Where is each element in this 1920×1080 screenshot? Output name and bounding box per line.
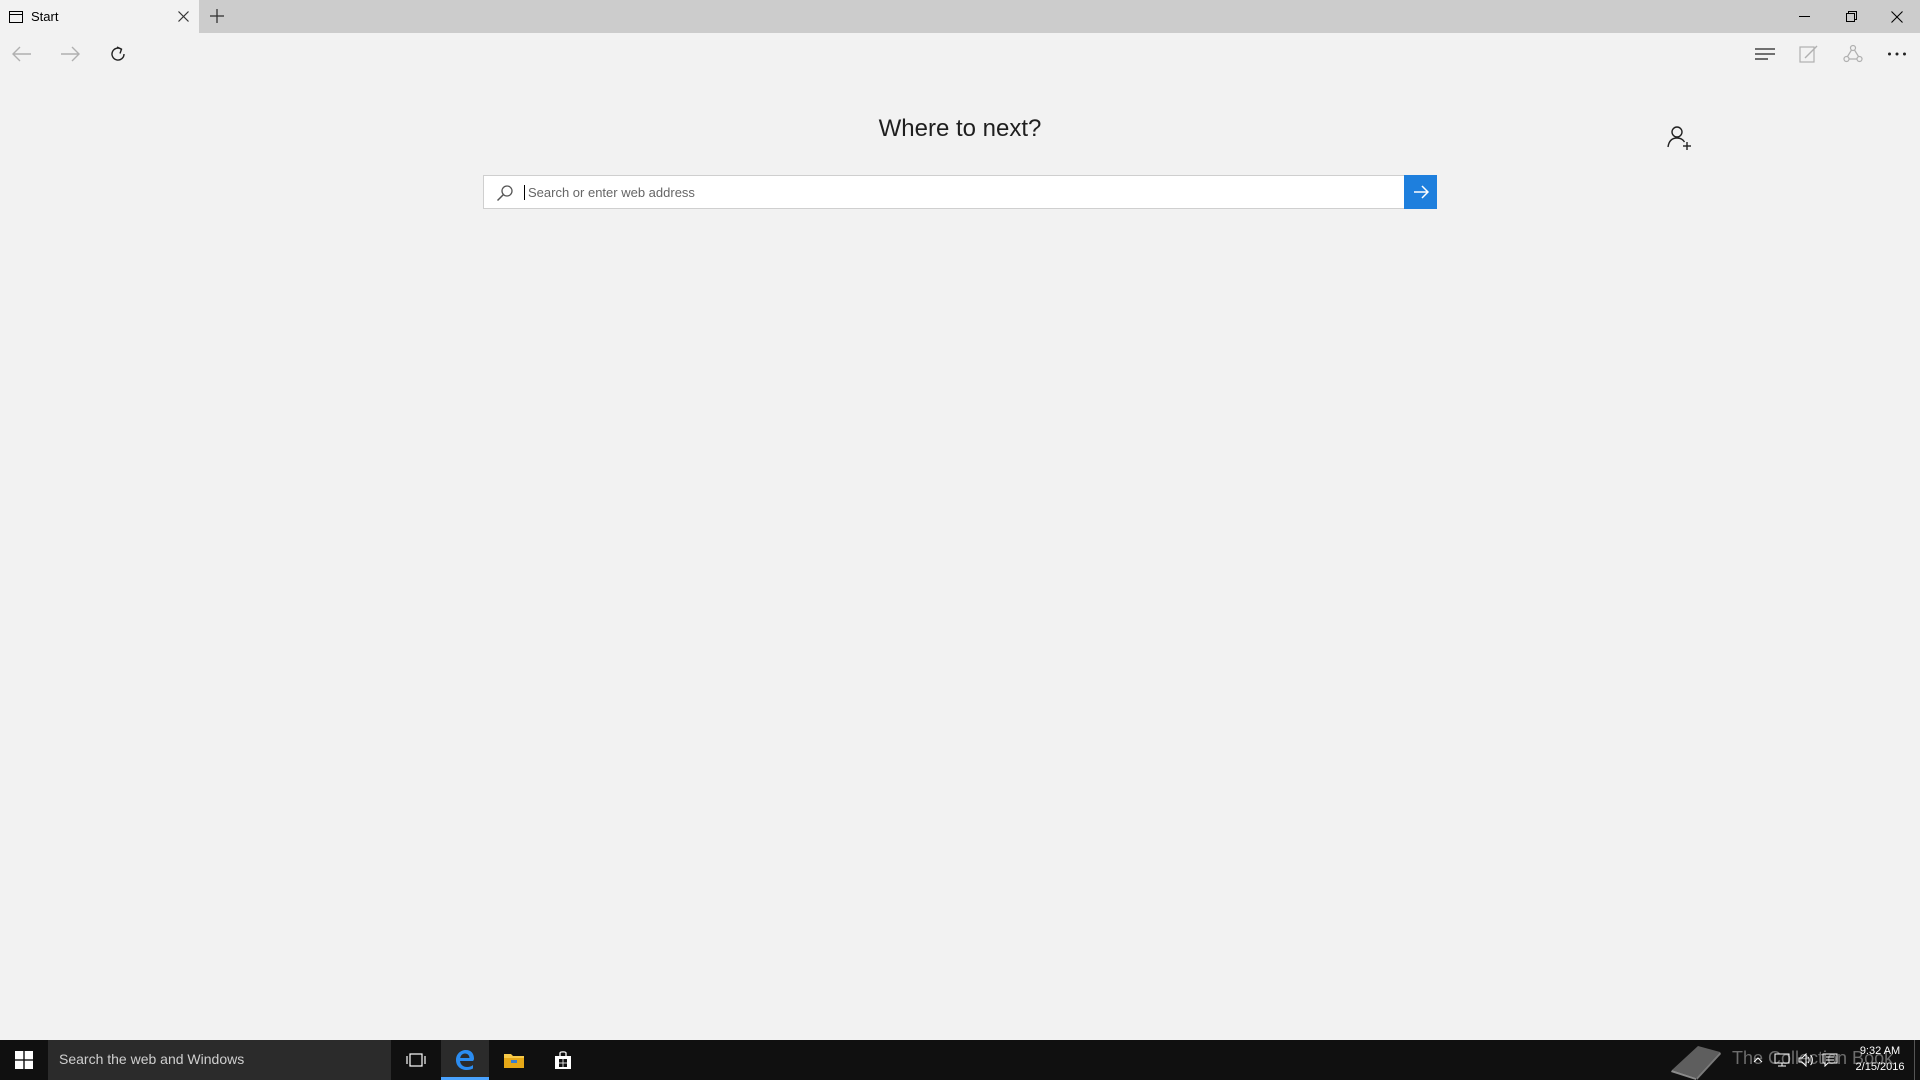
restore-button[interactable] [1828,0,1874,33]
close-icon [1891,10,1903,23]
file-explorer-icon [504,1054,524,1068]
restore-icon [1845,11,1857,22]
taskbar-store[interactable] [539,1040,587,1080]
search-icon [496,184,514,202]
title-bar: Start [0,0,1920,33]
notification-icon [1822,1053,1838,1067]
taskbar-file-explorer[interactable] [490,1040,538,1080]
chevron-up-icon [1753,1057,1763,1063]
taskbar-search-placeholder: Search the web and Windows [59,1051,245,1067]
windows-logo-icon [15,1051,33,1069]
taskbar-search-box[interactable]: Search the web and Windows [48,1040,391,1080]
web-note-button[interactable] [1792,37,1826,71]
network-icon [1774,1053,1790,1067]
web-note-icon [1799,45,1818,63]
add-person-icon [1667,126,1691,150]
hub-icon [1755,48,1775,60]
show-desktop-button[interactable] [1914,1040,1920,1080]
text-caret [524,185,525,200]
arrow-right-icon [1413,185,1429,199]
book-icon [1671,1046,1721,1080]
volume-icon [1798,1053,1813,1067]
store-icon [555,1051,571,1069]
tab-page-icon [9,10,23,23]
page-title: Where to next? [878,115,1042,142]
start-page: Where to next? [0,75,1920,1040]
system-clock[interactable]: 9:32 AM 2/15/2016 [1850,1043,1910,1075]
tab-title: Start [31,9,59,24]
close-icon [178,11,189,22]
go-button[interactable] [1404,175,1437,209]
back-button[interactable] [5,37,39,71]
taskbar-edge[interactable] [441,1040,489,1080]
more-button[interactable] [1880,37,1914,71]
minimize-icon [1798,16,1810,17]
add-person-button[interactable] [1662,120,1698,156]
start-button[interactable] [0,1040,48,1080]
clock-date: 2/15/2016 [1855,1061,1905,1073]
back-arrow-icon [12,46,31,62]
minimize-button[interactable] [1781,0,1827,33]
forward-arrow-icon [61,46,80,62]
hub-button[interactable] [1748,37,1782,71]
show-hidden-icons-button[interactable] [1748,1050,1768,1070]
share-button[interactable] [1836,37,1870,71]
action-center-button[interactable] [1820,1050,1840,1070]
share-icon [1843,44,1863,63]
plus-icon [210,9,224,23]
search-input[interactable] [526,177,1376,207]
volume-tray-button[interactable] [1796,1050,1816,1070]
address-search-box[interactable] [483,175,1437,209]
new-tab-button[interactable] [206,5,228,27]
refresh-icon [111,46,125,61]
taskbar: Search the web and Windows The Collectio… [0,1040,1920,1080]
refresh-button[interactable] [101,37,135,71]
edge-icon [456,1050,474,1070]
network-tray-button[interactable] [1772,1050,1792,1070]
more-icon [1888,52,1906,56]
clock-time: 9:32 AM [1859,1045,1901,1057]
navigation-toolbar [0,33,1920,75]
forward-button[interactable] [53,37,87,71]
tab-close-button[interactable] [175,8,192,25]
task-view-icon [406,1053,426,1067]
task-view-button[interactable] [392,1040,440,1080]
tab-start[interactable]: Start [0,0,199,33]
close-window-button[interactable] [1874,0,1920,33]
